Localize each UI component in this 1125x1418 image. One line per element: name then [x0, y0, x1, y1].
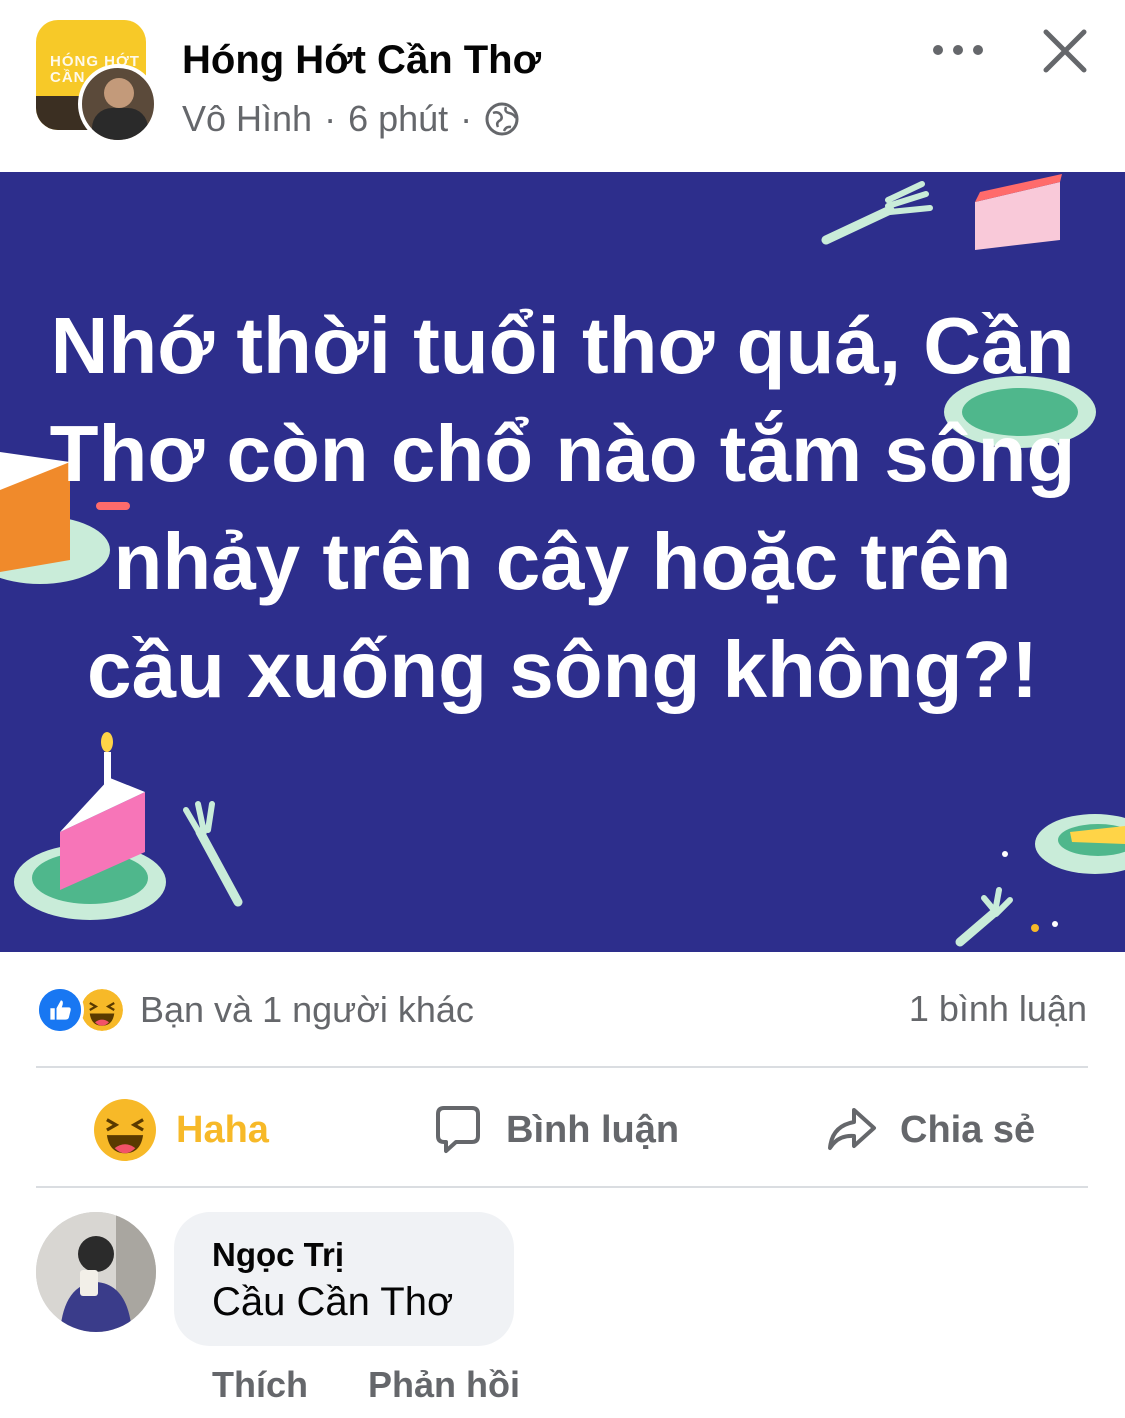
post-meta: Vô Hình · 6 phút ·: [182, 98, 520, 140]
reaction-icons: [36, 986, 126, 1034]
commenter-avatar[interactable]: [36, 1212, 156, 1332]
meta-separator: ·: [324, 98, 337, 139]
divider: [36, 1186, 1088, 1188]
reaction-summary[interactable]: Bạn và 1 người khác: [36, 984, 474, 1036]
haha-icon: [78, 986, 126, 1034]
haha-icon: [94, 1099, 156, 1161]
share-icon: [828, 1108, 876, 1150]
meta-separator: ·: [460, 98, 473, 139]
avatar-head: [104, 78, 134, 108]
more-horizontal-icon[interactable]: [928, 30, 988, 70]
share-label: Chia sẻ: [900, 1108, 1036, 1151]
comment-count[interactable]: 1 bình luận: [909, 988, 1087, 1030]
haha-label: Haha: [176, 1108, 269, 1151]
comment-text: Cầu Cần Thơ: [212, 1280, 454, 1324]
comment-label: Bình luận: [506, 1108, 680, 1151]
like-icon: [36, 986, 84, 1034]
comment-like-button[interactable]: Thích: [212, 1364, 308, 1406]
haha-button[interactable]: Haha: [94, 1094, 269, 1166]
reaction-summary-text: Bạn và 1 người khác: [140, 989, 474, 1030]
globe-icon: [485, 102, 519, 136]
author-avatar[interactable]: [78, 64, 158, 144]
close-icon[interactable]: [1036, 22, 1094, 80]
post-time[interactable]: 6 phút: [348, 98, 448, 140]
avatar-body: [92, 108, 148, 140]
share-button[interactable]: Chia sẻ: [824, 1094, 1035, 1166]
commenter-photo: [36, 1212, 156, 1332]
divider: [36, 1066, 1088, 1068]
comment-icon: [436, 1106, 480, 1153]
post-text: Nhớ thời tuổi thơ quá, Cần Thơ còn chổ n…: [49, 301, 1076, 714]
commenter-name[interactable]: Ngọc Trị: [212, 1236, 344, 1274]
author-name[interactable]: Vô Hình: [182, 98, 312, 140]
comment-button[interactable]: Bình luận: [430, 1094, 679, 1166]
group-name[interactable]: Hóng Hớt Cần Thơ: [182, 38, 541, 83]
comment-bubble: [174, 1212, 514, 1346]
post-background-image[interactable]: Nhớ thời tuổi thơ quá, Cần Thơ còn chổ n…: [0, 172, 1125, 952]
comment-reply-button[interactable]: Phản hồi: [368, 1364, 520, 1406]
